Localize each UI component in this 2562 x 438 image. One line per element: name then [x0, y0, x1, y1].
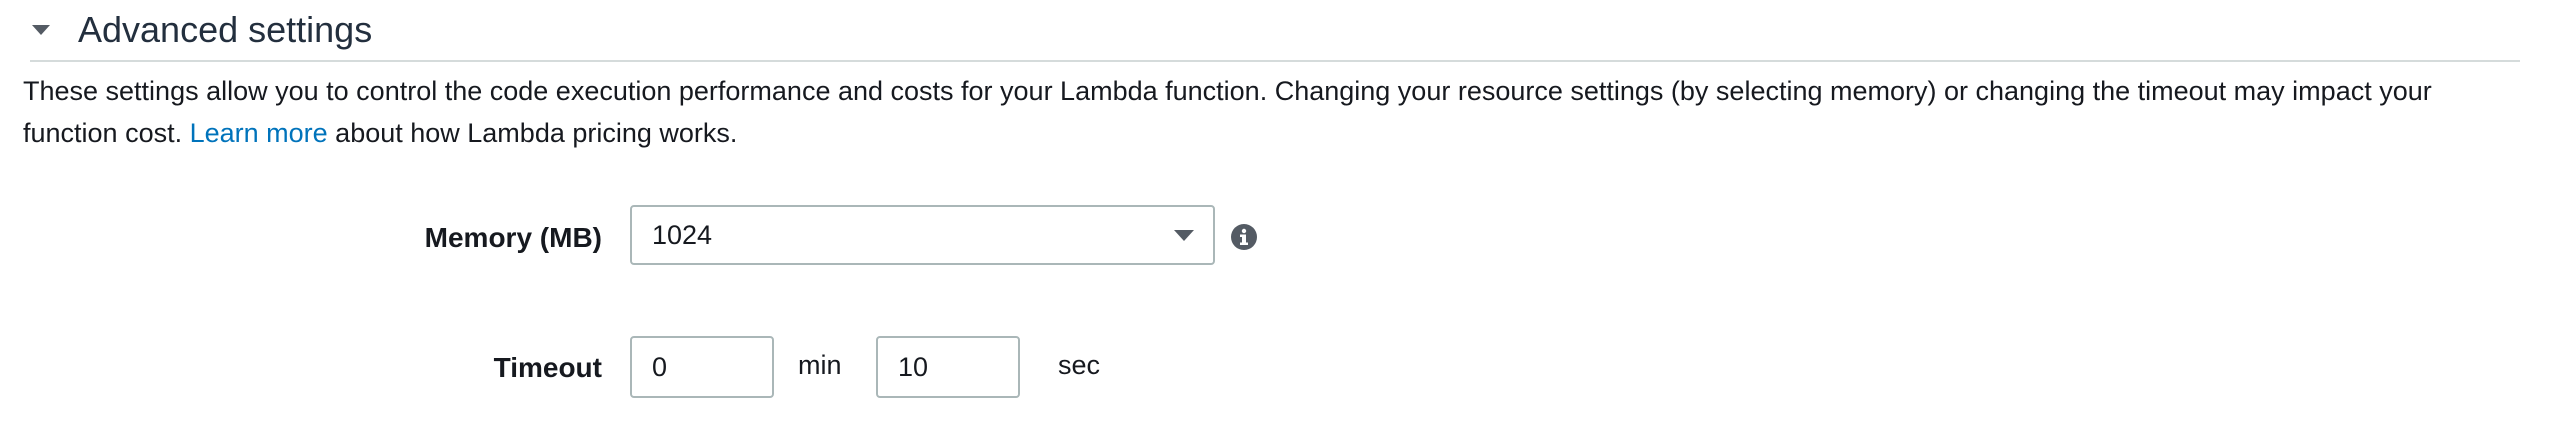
seconds-unit-label: sec	[1058, 350, 1101, 380]
description-text-end: about how Lambda pricing works.	[327, 118, 738, 148]
timeout-seconds-input[interactable]	[876, 336, 1020, 398]
section-title: Advanced settings	[78, 9, 373, 50]
memory-select-value: 1024	[652, 219, 713, 250]
timeout-label: Timeout	[493, 352, 602, 383]
dropdown-caret-icon	[1174, 230, 1194, 241]
minutes-unit-label: min	[798, 350, 842, 380]
memory-label: Memory (MB)	[424, 222, 602, 253]
learn-more-link[interactable]: Learn more	[190, 118, 328, 148]
info-icon[interactable]	[1230, 223, 1258, 251]
timeout-minutes-input[interactable]	[630, 336, 774, 398]
caret-down-icon	[32, 25, 50, 35]
section-description: These settings allow you to control the …	[23, 70, 2523, 154]
advanced-settings-header[interactable]: Advanced settings	[30, 0, 2520, 62]
memory-select[interactable]: 1024	[630, 205, 1215, 265]
